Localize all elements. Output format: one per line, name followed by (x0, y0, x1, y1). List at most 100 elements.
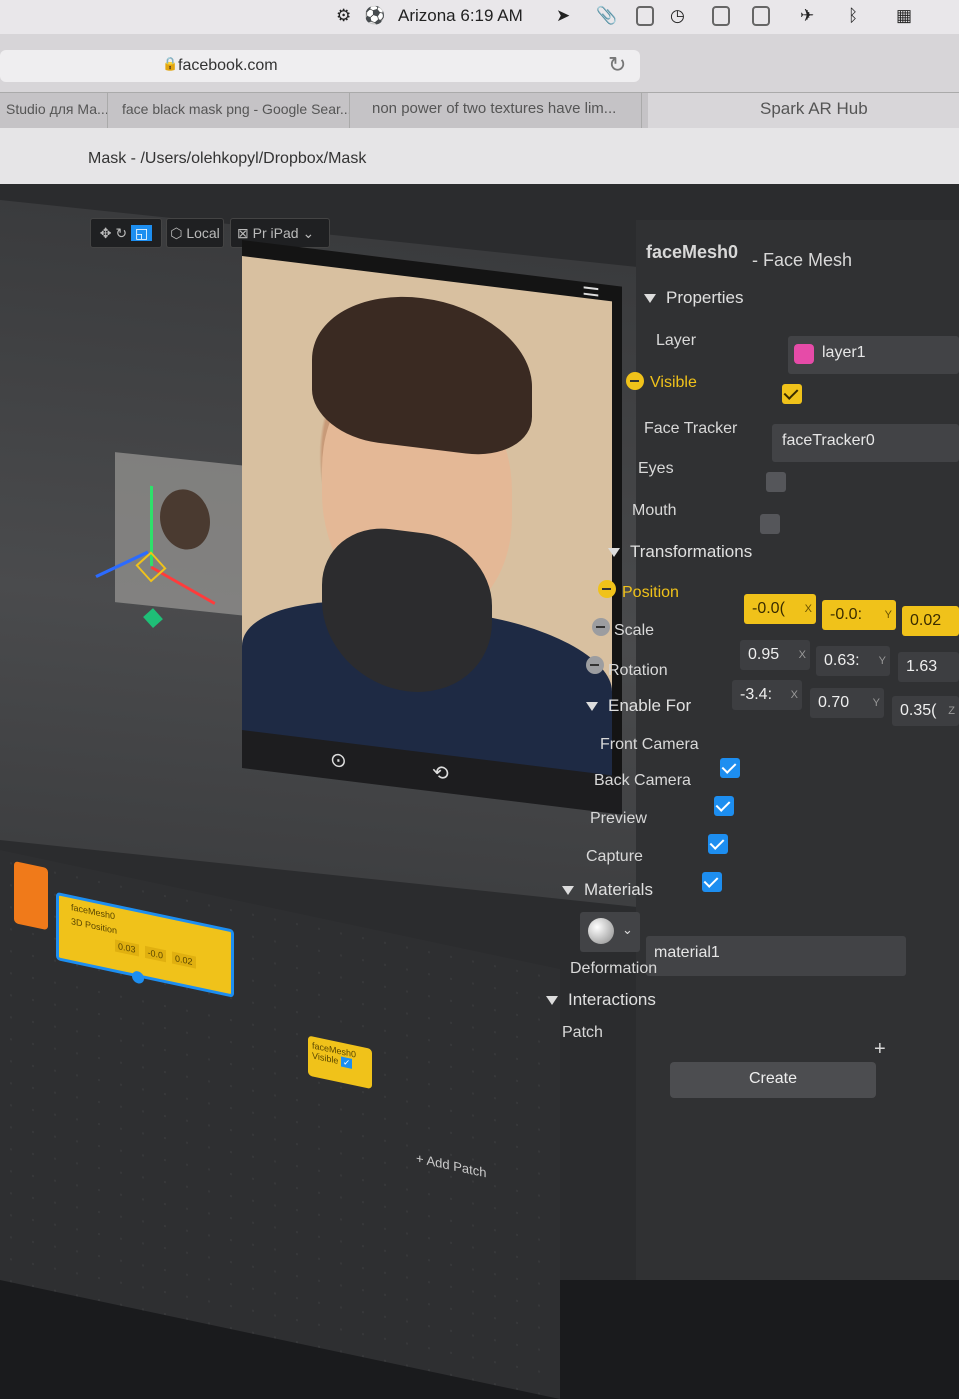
rotation-z-field[interactable]: 0.35(Z (892, 696, 959, 726)
soccer-ball-icon[interactable]: ⚽ (364, 6, 385, 26)
layer-color-swatch (794, 344, 814, 364)
collapse-triangle-icon (562, 886, 574, 896)
reload-icon[interactable]: ↻ (608, 52, 626, 78)
rotate-icon[interactable]: ↻ (115, 225, 127, 241)
material-dropdown[interactable]: material1 (646, 936, 906, 976)
add-patch-plus-icon[interactable]: + (874, 1038, 886, 1061)
patch-label: Patch (562, 1024, 603, 1041)
position-connect-icon[interactable] (598, 580, 616, 598)
node-checkbox[interactable]: ✓ (340, 1056, 353, 1069)
front-camera-label: Front Camera (600, 736, 699, 753)
address-bar[interactable]: 🔒 facebook.com ↻ (0, 50, 640, 82)
app-icon[interactable] (712, 6, 730, 26)
move-icon[interactable]: ✥ (100, 225, 112, 241)
browser-tab-strip: Studio для Ма... face black mask png - G… (0, 92, 959, 129)
add-patch-button[interactable]: + Add Patch (416, 1150, 487, 1180)
node-value[interactable]: -0.0 (144, 945, 167, 963)
eyes-checkbox[interactable] (766, 472, 786, 492)
chevron-down-icon: ⌄ (302, 225, 315, 241)
back-camera-label: Back Camera (594, 772, 691, 789)
scale-y-field[interactable]: 0.63: Y (816, 646, 890, 676)
mouth-checkbox[interactable] (760, 514, 780, 534)
visible-connect-icon[interactable] (626, 372, 644, 390)
material-sphere-icon (588, 918, 614, 944)
rotation-z-value: 0.35( (900, 702, 937, 719)
node-value[interactable]: 0.03 (115, 939, 139, 957)
rotation-connect-icon[interactable] (586, 656, 604, 674)
properties-section-header[interactable]: Properties (644, 288, 743, 308)
axis-x-label: X (804, 603, 812, 615)
front-camera-checkbox[interactable] (720, 758, 740, 778)
rotation-x-field[interactable]: -3.4: X (732, 680, 802, 710)
collapse-triangle-icon (546, 996, 558, 1006)
scale-label: Scale (614, 622, 655, 639)
layer-dropdown[interactable]: layer1 (788, 336, 959, 374)
material-preview-button[interactable]: ⌄ (580, 912, 640, 952)
paperclip-icon[interactable]: 📎 (596, 6, 617, 26)
rotation-x-value: -3.4: (740, 686, 773, 703)
enable-for-section-header[interactable]: Enable For (586, 696, 691, 716)
visible-checkbox[interactable] (782, 384, 802, 404)
facemesh-patch-node[interactable]: faceMesh0 3D Position 0.03 -0.0 0.02 (56, 891, 234, 998)
macos-menubar: ⚙ ⚽ Arizona 6:19 AM ➤ 📎 ◷ ✈ ᛒ ▦ (0, 0, 959, 34)
view-label: Pr (252, 225, 267, 241)
dropbox-icon[interactable]: ⚙ (336, 6, 351, 26)
face-tracker-dropdown[interactable]: faceTracker0 (772, 424, 959, 462)
material-value: material1 (654, 944, 720, 961)
browser-tab-active[interactable]: Spark AR Hub (648, 93, 959, 129)
create-patch-button[interactable]: Create (670, 1062, 876, 1098)
capture-checkbox[interactable] (702, 872, 722, 892)
browser-tab[interactable]: non power of two textures have lim... (356, 93, 642, 129)
axis-x-label: X (798, 649, 806, 661)
transformations-section-header[interactable]: Transformations (608, 542, 752, 562)
position-y-field[interactable]: -0.0: Y (822, 600, 896, 630)
telegram-icon[interactable]: ➤ (556, 6, 570, 26)
object-name: faceMesh0 (646, 242, 739, 262)
notes-icon[interactable] (752, 6, 770, 26)
device-label: iPad (270, 225, 299, 241)
local-space-toggle[interactable]: ⬡ Local (166, 218, 224, 248)
space-label: Local (186, 225, 220, 241)
position-x-field[interactable]: -0.0( X (744, 594, 816, 624)
clock-icon[interactable]: ◷ (670, 6, 685, 26)
scale-x-value: 0.95 (748, 646, 780, 663)
gizmo-plane-handle[interactable] (143, 608, 163, 628)
position-x-value: -0.0( (752, 600, 785, 617)
camera-feed (242, 256, 612, 777)
scale-z-value: 1.63 (906, 658, 938, 675)
browser-tab[interactable]: face black mask png - Google Sear... (114, 93, 350, 129)
transform-tools: ✥ ↻ ◱ (90, 218, 162, 248)
scale-x-field[interactable]: 0.95 X (740, 640, 810, 670)
browser-tab[interactable]: Studio для Ма... (0, 93, 108, 129)
mouth-label: Mouth (632, 502, 677, 519)
bluetooth-icon[interactable]: ᛒ (848, 6, 858, 26)
preview-label: Preview (590, 810, 647, 827)
scale-y-value: 0.63: (824, 652, 860, 669)
collapse-triangle-icon (644, 294, 656, 304)
back-camera-checkbox[interactable] (714, 796, 734, 816)
deformation-section-header[interactable]: Deformation (570, 960, 657, 978)
position-z-field[interactable]: 0.02 (902, 606, 959, 636)
app-icon[interactable] (636, 6, 654, 26)
materials-section-header[interactable]: Materials (562, 880, 653, 900)
preview-checkbox[interactable] (708, 834, 728, 854)
face-tracker-label: Face Tracker (644, 420, 738, 437)
device-simulator[interactable]: ☰ ⊙ ⟲ (242, 240, 622, 815)
orange-patch-node[interactable] (14, 860, 48, 931)
camera-capture-icon[interactable]: ⊙ (330, 747, 347, 774)
scale-icon[interactable]: ◱ (131, 225, 153, 241)
visible-patch-node[interactable]: faceMesh0 Visible ✓ (308, 1035, 372, 1090)
menubar-clock[interactable]: Arizona 6:19 AM (398, 6, 523, 26)
node-value[interactable]: 0.02 (172, 951, 196, 969)
scale-z-field[interactable]: 1.63 (898, 652, 959, 682)
interactions-section-header[interactable]: Interactions (546, 990, 656, 1010)
bird-icon[interactable]: ✈ (800, 6, 814, 26)
rotate-device-icon[interactable]: ⟲ (432, 759, 449, 786)
layer-value: layer1 (822, 344, 866, 361)
position-label: Position (622, 584, 679, 601)
flag-icon[interactable]: ▦ (896, 6, 912, 26)
eyes-label: Eyes (638, 460, 674, 477)
rotation-y-field[interactable]: 0.70 Y (810, 688, 884, 718)
scale-connect-icon[interactable] (592, 618, 610, 636)
device-icon: ⊠ (237, 225, 249, 241)
